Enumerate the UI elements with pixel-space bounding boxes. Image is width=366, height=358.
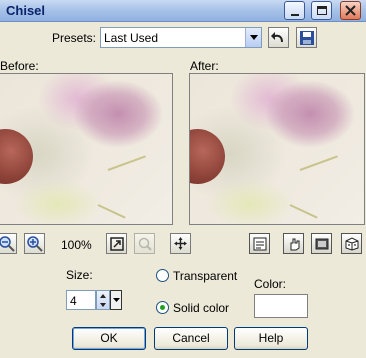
zoom-level: 100%: [61, 238, 92, 252]
zoom-out-button[interactable]: [0, 233, 17, 254]
before-preview[interactable]: [0, 73, 173, 225]
size-value: 4: [70, 294, 77, 308]
presets-value: Last Used: [104, 31, 159, 45]
color-swatch[interactable]: [254, 294, 308, 318]
after-label: After:: [190, 59, 219, 73]
maximize-button[interactable]: [311, 1, 332, 20]
save-preset-button[interactable]: [296, 27, 317, 48]
dice-icon: [345, 236, 358, 251]
preview-subject: [190, 129, 225, 184]
move-icon: [174, 237, 187, 250]
size-slider-dropdown[interactable]: [110, 290, 122, 310]
proof-toggle-button[interactable]: [249, 233, 270, 254]
close-icon: [345, 5, 356, 16]
transparent-radio[interactable]: [156, 269, 169, 282]
maximize-icon: [316, 6, 327, 15]
magnifier-disabled-icon: [138, 237, 152, 251]
undo-arrow-icon: [271, 32, 283, 42]
spin-up-button[interactable]: [97, 291, 109, 300]
zoom-in-icon: [26, 235, 43, 252]
presets-dropdown-arrow[interactable]: [245, 28, 261, 47]
zoom-out-icon: [0, 235, 15, 252]
preview-stem: [299, 155, 338, 171]
transparent-label: Transparent: [173, 269, 238, 283]
size-input[interactable]: 4: [66, 290, 96, 310]
color-label: Color:: [254, 277, 287, 291]
zoom-in-button[interactable]: [24, 233, 45, 254]
solid-color-radio[interactable]: [156, 301, 169, 314]
spin-down-button[interactable]: [97, 300, 109, 309]
chevron-down-icon: [100, 302, 106, 307]
zoom-to-100-button[interactable]: [134, 233, 155, 254]
close-button[interactable]: [340, 1, 361, 20]
hand-pointer-icon: [290, 238, 299, 250]
triangle-down-icon: [112, 298, 120, 302]
view-mode-button[interactable]: [311, 233, 332, 254]
ok-button[interactable]: OK: [72, 327, 146, 350]
preview-stem: [97, 204, 126, 219]
fit-to-window-button[interactable]: [106, 233, 127, 254]
film-icon: [315, 238, 328, 249]
randomize-button[interactable]: [341, 233, 362, 254]
reset-preset-button[interactable]: [268, 27, 289, 48]
auto-proof-button[interactable]: [283, 233, 304, 254]
presets-dropdown[interactable]: Last Used: [100, 27, 262, 48]
preview-stem: [289, 204, 318, 219]
size-label: Size:: [66, 268, 93, 282]
size-spinner[interactable]: [96, 290, 110, 310]
expand-icon: [109, 236, 124, 251]
help-button[interactable]: Help: [234, 327, 308, 350]
title-bar[interactable]: Chisel: [0, 0, 366, 22]
minimize-button[interactable]: [284, 1, 305, 20]
preview-subject: [0, 129, 33, 184]
list-view-icon: [253, 237, 266, 250]
solid-color-label: Solid color: [173, 301, 230, 315]
presets-label: Presets:: [52, 31, 97, 45]
after-preview[interactable]: [189, 73, 365, 225]
window-title: Chisel: [6, 3, 46, 18]
chevron-down-icon: [249, 35, 258, 40]
pan-button[interactable]: [170, 233, 191, 254]
before-label: Before:: [0, 59, 39, 73]
chevron-up-icon: [100, 293, 106, 298]
preview-stem: [107, 155, 146, 171]
save-disk-icon: [299, 30, 314, 45]
minimize-icon: [290, 13, 299, 16]
cancel-button[interactable]: Cancel: [154, 327, 228, 350]
